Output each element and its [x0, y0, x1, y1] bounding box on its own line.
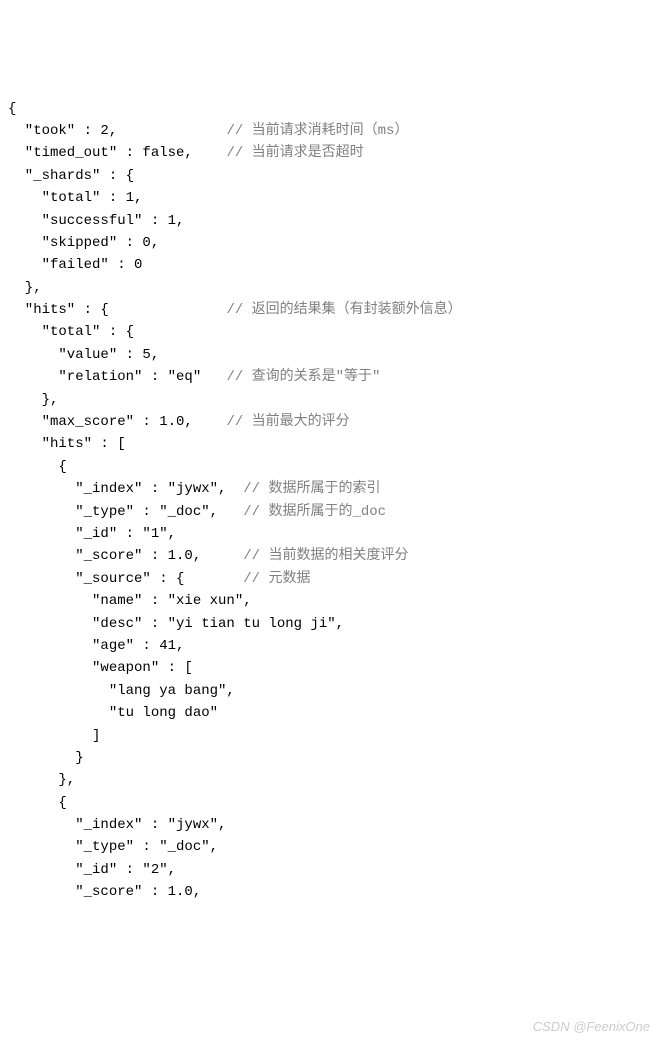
code-line: "value" : 5,: [8, 344, 654, 366]
code-line: "failed" : 0: [8, 254, 654, 276]
code-line: "hits" : { // 返回的结果集（有封装额外信息）: [8, 299, 654, 321]
code-line: "_id" : "2",: [8, 859, 654, 881]
code-line: {: [8, 792, 654, 814]
code-line: ]: [8, 725, 654, 747]
code-block: { "took" : 2, // 当前请求消耗时间（ms） "timed_out…: [8, 98, 654, 904]
code-line: }: [8, 747, 654, 769]
code-line: "_score" : 1.0, // 当前数据的相关度评分: [8, 545, 654, 567]
code-line: {: [8, 456, 654, 478]
code-line: {: [8, 98, 654, 120]
code-line: "skipped" : 0,: [8, 232, 654, 254]
code-line: "_type" : "_doc", // 数据所属于的_doc: [8, 501, 654, 523]
code-line: "relation" : "eq" // 查询的关系是"等于": [8, 366, 654, 388]
code-line: "_shards" : {: [8, 165, 654, 187]
code-line: "age" : 41,: [8, 635, 654, 657]
code-line: "_index" : "jywx", // 数据所属于的索引: [8, 478, 654, 500]
code-line: "max_score" : 1.0, // 当前最大的评分: [8, 411, 654, 433]
code-line: "successful" : 1,: [8, 210, 654, 232]
code-line: "desc" : "yi tian tu long ji",: [8, 613, 654, 635]
watermark: CSDN @FeenixOne: [533, 1017, 650, 1038]
code-line: },: [8, 277, 654, 299]
code-line: },: [8, 389, 654, 411]
code-line: "_score" : 1.0,: [8, 881, 654, 903]
code-line: "_type" : "_doc",: [8, 836, 654, 858]
code-line: "timed_out" : false, // 当前请求是否超时: [8, 142, 654, 164]
code-line: "hits" : [: [8, 433, 654, 455]
code-line: "took" : 2, // 当前请求消耗时间（ms）: [8, 120, 654, 142]
code-line: "_index" : "jywx",: [8, 814, 654, 836]
code-line: "total" : 1,: [8, 187, 654, 209]
code-line: "name" : "xie xun",: [8, 590, 654, 612]
code-line: "_id" : "1",: [8, 523, 654, 545]
code-line: "_source" : { // 元数据: [8, 568, 654, 590]
code-line: "tu long dao": [8, 702, 654, 724]
code-line: "weapon" : [: [8, 657, 654, 679]
code-line: },: [8, 769, 654, 791]
code-line: "total" : {: [8, 321, 654, 343]
code-line: "lang ya bang",: [8, 680, 654, 702]
